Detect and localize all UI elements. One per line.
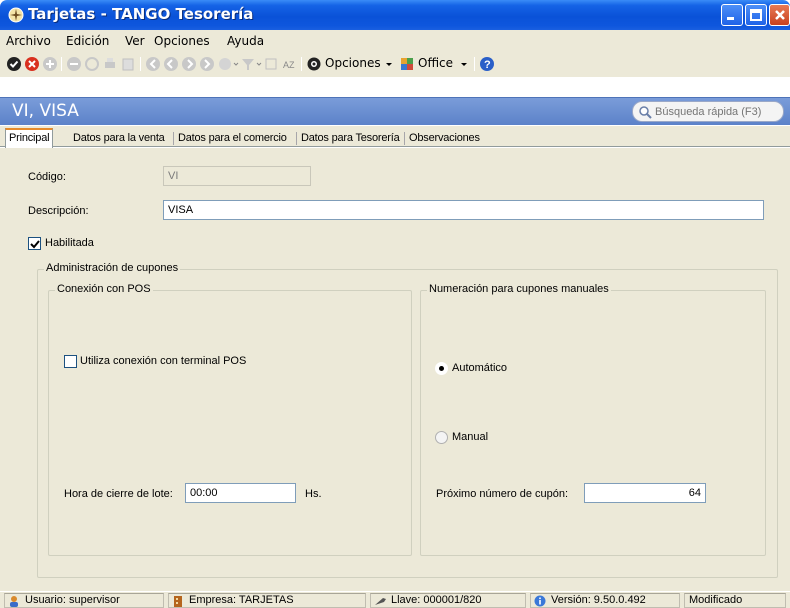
menu-ver[interactable]: Ver [125,34,145,48]
pos-checkbox[interactable] [64,355,77,368]
options-gear-icon [307,57,321,71]
admin-cupones-group: Administración de cupones Conexión con P… [37,262,778,578]
tab-datos-venta[interactable]: Datos para la venta [70,130,168,147]
tab-datos-tesoreria[interactable]: Datos para Tesorería [298,130,403,147]
maximize-button[interactable] [745,4,767,26]
office-menu-button[interactable]: Office [418,56,453,70]
chevron-down-icon [461,63,467,66]
refresh-icon[interactable] [84,55,100,73]
minimize-button[interactable] [721,4,743,26]
next-record-icon[interactable] [181,55,197,73]
checkmark-icon [30,240,40,249]
radio-manual[interactable] [435,431,448,444]
status-estado: Modificado [684,593,786,608]
tab-observaciones[interactable]: Observaciones [406,130,483,147]
first-record-icon[interactable] [145,55,161,73]
tab-datos-comercio[interactable]: Datos para el comercio [175,130,290,147]
hora-unit-label: Hs. [305,488,322,500]
codigo-label: Código: [28,171,66,183]
last-record-icon[interactable] [199,55,215,73]
maximize-icon [750,9,762,21]
user-icon [10,596,18,607]
codigo-field [163,166,311,186]
radio-automatico[interactable] [435,362,448,375]
menu-bar: Archivo Edición Ver Opciones Ayuda [0,30,790,52]
proximo-cupon-label: Próximo número de cupón: [436,488,569,500]
find-icon[interactable] [263,55,279,73]
record-title: VI, VISA [12,101,79,121]
cancel-icon[interactable] [24,55,40,73]
hora-cierre-field[interactable] [185,483,296,503]
menu-edicion[interactable]: Edición [66,34,109,48]
print-icon[interactable] [102,55,118,73]
pos-checkbox-label: Utiliza conexión con terminal POS [80,355,247,367]
svg-text:?: ? [484,59,491,71]
title-bar: Tarjetas - TANGO Tesorería [0,0,790,30]
svg-text:AZ: AZ [283,60,295,70]
habilitada-label: Habilitada [45,237,94,249]
close-button[interactable] [769,4,790,26]
status-llave: Llave: 000001/820 [370,593,526,608]
toolbar: AZ Opciones Office ? [0,52,790,77]
menu-ayuda[interactable]: Ayuda [227,34,264,48]
radio-manual-label: Manual [452,431,489,443]
tab-principal[interactable]: Principal [5,128,54,148]
window-title: Tarjetas - TANGO Tesorería [28,5,254,23]
tab-strip: Principal Datos para la venta Datos para… [0,126,790,148]
habilitada-checkbox[interactable] [28,237,41,250]
chevron-down-icon [386,63,392,66]
key-icon [375,598,386,605]
info-icon [534,595,546,607]
search-input[interactable] [655,104,780,119]
status-bar: Usuario: supervisor Empresa: TARJETAS Ll… [0,591,790,608]
previous-record-icon[interactable] [163,55,179,73]
menu-opciones[interactable]: Opciones [154,34,210,48]
menu-archivo[interactable]: Archivo [6,34,51,48]
app-icon [8,7,24,23]
close-icon [775,10,785,20]
options-menu-button[interactable]: Opciones [325,56,381,70]
conexion-pos-title: Conexión con POS [55,283,153,295]
admin-cupones-title: Administración de cupones [44,262,181,274]
status-usuario: Usuario: supervisor [4,593,164,608]
office-icon [401,58,413,70]
numeracion-group: Numeración para cupones manuales Automát… [420,283,766,556]
hora-cierre-label: Hora de cierre de lote: [64,488,173,500]
minimize-icon [727,17,734,20]
search-icon [639,106,652,119]
numeracion-title: Numeración para cupones manuales [427,283,611,295]
descripcion-field[interactable] [163,200,764,220]
add-icon[interactable] [42,55,58,73]
help-icon[interactable]: ? [479,55,495,73]
save-check-icon[interactable] [6,55,22,73]
sort-icon[interactable]: AZ [282,55,298,73]
radio-automatico-label: Automático [452,362,508,374]
preview-icon[interactable] [120,55,136,73]
delete-icon[interactable] [66,55,82,73]
conexion-pos-group: Conexión con POS Utiliza conexión con te… [48,283,412,556]
status-version: Versión: 9.50.0.492 [530,593,680,608]
form-principal: Código: Descripción: Habilitada Administ… [0,148,790,591]
record-header: VI, VISA [0,97,790,125]
status-empresa: Empresa: TARJETAS [168,593,366,608]
building-icon [174,596,182,607]
proximo-cupon-field[interactable] [584,483,706,503]
quick-search[interactable] [632,101,784,122]
navigate-dropdown-icon[interactable] [217,55,239,73]
filter-icon[interactable] [240,55,262,73]
descripcion-label: Descripción: [28,205,89,217]
